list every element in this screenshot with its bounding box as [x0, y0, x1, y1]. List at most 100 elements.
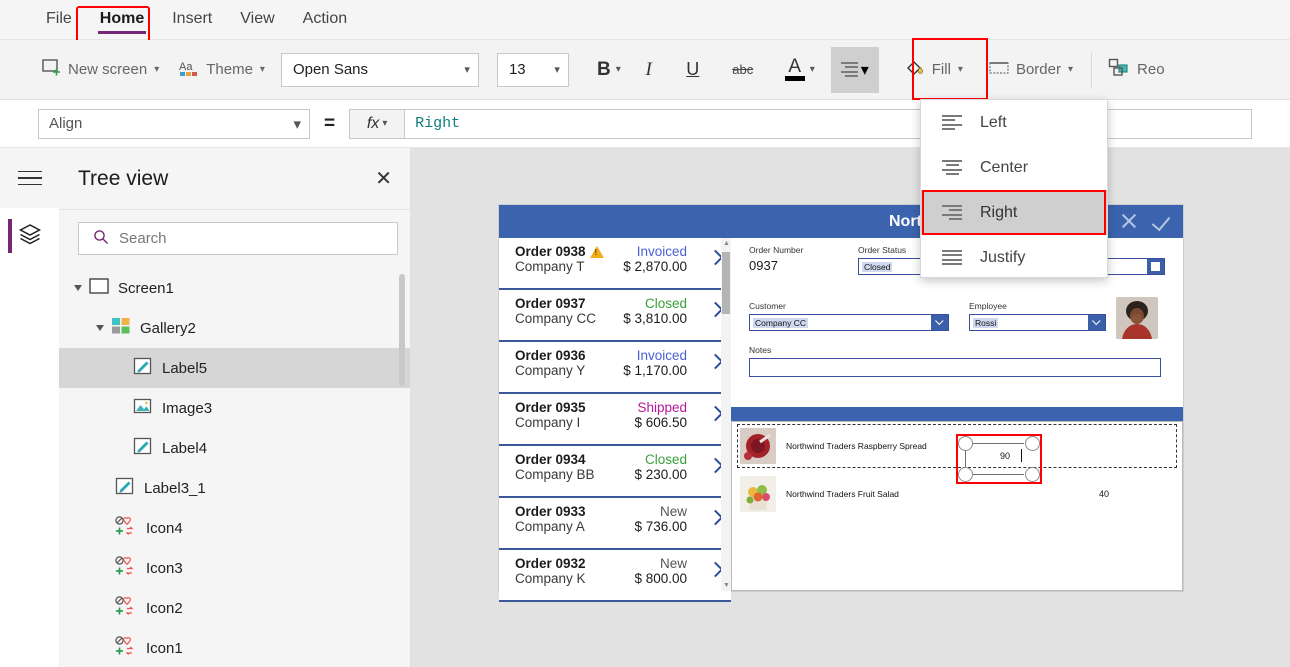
- menu-item-center[interactable]: Center: [921, 145, 1107, 190]
- theme-button[interactable]: Aa Theme ▾: [169, 48, 275, 92]
- command-bar: New screen ▾ Aa Theme ▾ Open Sans ▾ 13 ▾…: [0, 40, 1290, 100]
- underline-button[interactable]: U: [671, 48, 715, 92]
- order-amount: $ 230.00: [634, 467, 687, 482]
- property-value: Align: [49, 115, 83, 132]
- notes-label: Notes: [749, 345, 772, 355]
- order-status: New: [659, 556, 687, 571]
- search-input[interactable]: Search: [78, 222, 398, 255]
- chevron-down-icon: ▾: [1067, 64, 1074, 75]
- tree-item-gallery2[interactable]: Gallery2: [59, 308, 410, 348]
- resize-handle-nw[interactable]: [958, 436, 973, 451]
- gallery-row[interactable]: Order 0938 Invoiced Company T $ 2,870.00: [499, 238, 731, 290]
- align-justify-icon: [942, 249, 962, 266]
- gallery-row[interactable]: Order 0933 New Company A $ 736.00: [499, 498, 731, 550]
- order-status: New: [659, 504, 687, 519]
- gallery-row[interactable]: Order 0934 Closed Company BB $ 230.00: [499, 446, 731, 498]
- property-select[interactable]: Align ▾: [38, 108, 310, 139]
- strikethrough-button[interactable]: abc: [721, 48, 765, 92]
- tree-view-panel: Tree view ✕ Search Screen1 Gallery2 Labe…: [59, 148, 411, 667]
- confirm-icon[interactable]: [1151, 209, 1175, 233]
- order-id: Order 0937: [515, 296, 586, 311]
- reorder-button[interactable]: Reo: [1098, 48, 1175, 92]
- menu-item-justify[interactable]: Justify: [921, 235, 1107, 280]
- tree-item-icon3[interactable]: Icon3: [59, 548, 410, 588]
- product-row[interactable]: Northwind Traders Fruit Salad 40: [732, 470, 1182, 518]
- align-center-icon: [942, 159, 962, 176]
- italic-button[interactable]: I: [627, 48, 671, 92]
- formula-value: Right: [415, 115, 461, 132]
- employee-dropdown[interactable]: Rossi: [969, 314, 1106, 331]
- order-status: Shipped: [637, 400, 687, 415]
- search-icon: [93, 229, 109, 249]
- tree-item-label4[interactable]: Label4: [59, 428, 410, 468]
- tree-item-icon4[interactable]: Icon4: [59, 508, 410, 548]
- products-header: [731, 407, 1183, 421]
- order-id: Order 0935: [515, 400, 586, 415]
- reorder-label: Reo: [1137, 61, 1165, 78]
- customer-dropdown[interactable]: Company CC: [749, 314, 949, 331]
- new-screen-button[interactable]: New screen ▾: [32, 48, 169, 92]
- tree-item-label5[interactable]: Label5: [59, 348, 410, 388]
- tab-insert[interactable]: Insert: [158, 6, 226, 34]
- chevron-down-icon: ▾: [554, 64, 560, 76]
- tree-item-icon1[interactable]: Icon1: [59, 628, 410, 667]
- tree-item-label: Icon2: [146, 599, 183, 617]
- tree-item-label: Label5: [162, 359, 208, 377]
- tree-item-label: Label3_1: [144, 479, 206, 497]
- calendar-icon[interactable]: [1147, 259, 1164, 274]
- order-id: Order 0933: [515, 504, 586, 519]
- tab-home[interactable]: Home: [86, 6, 158, 34]
- product-row[interactable]: Northwind Traders Raspberry Spread 90: [732, 422, 1182, 484]
- order-id: Order 0936: [515, 348, 586, 363]
- expander-icon[interactable]: [74, 285, 82, 291]
- chevron-down-icon[interactable]: [931, 315, 948, 330]
- label-icon: [133, 357, 153, 379]
- border-button[interactable]: Border ▾: [979, 48, 1083, 92]
- fill-button[interactable]: Fill ▾: [895, 48, 973, 92]
- gallery-scrollbar[interactable]: ▲ ▼: [721, 238, 731, 591]
- font-name-value: Open Sans: [292, 61, 369, 78]
- tree-scrollbar-thumb[interactable]: [399, 274, 405, 386]
- gallery-row[interactable]: Order 0935 Shipped Company I $ 606.50: [499, 394, 731, 446]
- tree-item-label3-1[interactable]: Label3_1: [59, 468, 410, 508]
- expander-icon[interactable]: [96, 325, 104, 331]
- font-size-select[interactable]: 13 ▾: [496, 52, 569, 87]
- font-color-button[interactable]: A ▾: [779, 48, 821, 92]
- tree-item-icon2[interactable]: Icon2: [59, 588, 410, 628]
- cancel-icon[interactable]: [1117, 209, 1141, 233]
- rail-item-tree-view[interactable]: [0, 208, 59, 264]
- text-align-button[interactable]: ▾: [830, 46, 879, 93]
- bold-button[interactable]: B ▾: [591, 48, 627, 92]
- fx-button[interactable]: fx ▾: [349, 108, 406, 139]
- order-amount: $ 1,170.00: [623, 363, 687, 378]
- scroll-down-icon[interactable]: ▼: [723, 582, 730, 589]
- tab-view[interactable]: View: [226, 6, 288, 34]
- reorder-icon: [1108, 58, 1130, 82]
- resize-handle-ne[interactable]: [1025, 436, 1040, 451]
- gallery-scroll-thumb[interactable]: [722, 252, 730, 314]
- icons-icon: [115, 516, 137, 540]
- order-company: Company K: [515, 571, 586, 586]
- formula-input[interactable]: Right: [405, 108, 1252, 139]
- font-name-select[interactable]: Open Sans ▾: [280, 52, 479, 87]
- tree-item-image3[interactable]: Image3: [59, 388, 410, 428]
- gallery-row[interactable]: Order 0936 Invoiced Company Y $ 1,170.00: [499, 342, 731, 394]
- tree-item-screen1[interactable]: Screen1: [59, 268, 410, 308]
- gallery-row[interactable]: Order 0932 New Company K $ 800.00: [499, 550, 731, 602]
- tab-file[interactable]: File: [32, 6, 86, 34]
- notes-input[interactable]: [749, 358, 1161, 377]
- tab-action[interactable]: Action: [289, 6, 361, 34]
- underline-label: U: [686, 59, 700, 79]
- menu-item-right[interactable]: Right: [921, 190, 1107, 235]
- menu-item-left[interactable]: Left: [921, 100, 1107, 145]
- gallery-row[interactable]: Order 0937 Closed Company CC $ 3,810.00: [499, 290, 731, 342]
- chevron-down-icon[interactable]: [1088, 315, 1105, 330]
- fill-bucket-icon: [905, 58, 925, 82]
- close-icon[interactable]: ✕: [375, 169, 392, 189]
- layers-icon: [17, 222, 43, 251]
- menu-toggle-button[interactable]: [0, 148, 59, 208]
- tab-action-label: Action: [302, 9, 348, 27]
- tab-home-label: Home: [99, 9, 145, 27]
- tree-view-header: Tree view ✕: [59, 148, 410, 210]
- scroll-up-icon[interactable]: ▲: [723, 240, 730, 247]
